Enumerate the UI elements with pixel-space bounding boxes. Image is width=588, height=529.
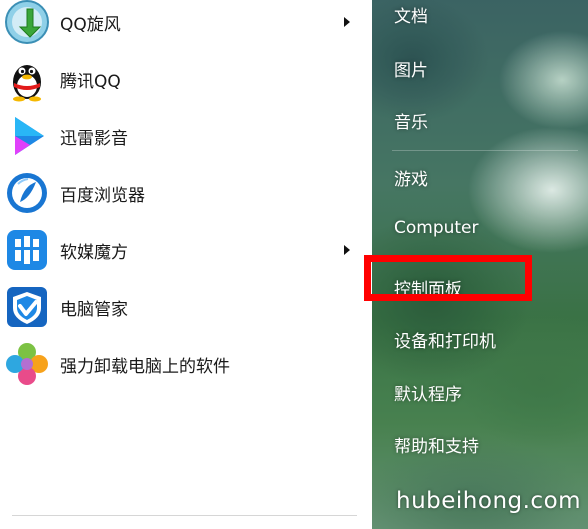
programs-panel: QQ旋风 腾讯QQ 迅雷影音 百度浏览器 软媒魔方 电脑管家 强力卸载电脑上的软… (0, 0, 372, 529)
program-item-ruanmei-mofang[interactable]: 软媒魔方 (0, 224, 368, 276)
uninstaller-icon (6, 343, 48, 385)
program-label: 软媒魔方 (60, 242, 128, 263)
program-item-pc-manager[interactable]: 电脑管家 (0, 281, 368, 333)
program-label: QQ旋风 (60, 14, 121, 35)
qq-penguin-icon (13, 65, 41, 102)
pc-manager-icon (7, 287, 47, 327)
menu-separator (12, 515, 357, 516)
control-panel-highlight (364, 255, 532, 301)
baidu-browser-icon (7, 173, 47, 213)
program-item-baidu-browser[interactable]: 百度浏览器 (0, 167, 368, 219)
program-label: 电脑管家 (60, 299, 128, 320)
program-label: 腾讯QQ (60, 71, 121, 92)
place-item-computer[interactable]: Computer (394, 218, 479, 238)
program-label: 百度浏览器 (60, 185, 145, 206)
program-label: 迅雷影音 (60, 128, 128, 149)
place-item-music[interactable]: 音乐 (394, 108, 428, 133)
program-item-tencent-qq[interactable]: 腾讯QQ (0, 53, 368, 105)
xunlei-player-icon (15, 117, 44, 155)
program-item-xunlei-player[interactable]: 迅雷影音 (0, 110, 368, 162)
place-item-devices-printers[interactable]: 设备和打印机 (394, 327, 496, 352)
qq-xuanfeng-icon (5, 0, 49, 44)
place-item-default-programs[interactable]: 默认程序 (394, 380, 462, 405)
places-separator (392, 150, 578, 151)
place-item-games[interactable]: 游戏 (394, 165, 428, 190)
watermark: hubeihong.com (396, 488, 582, 514)
program-label: 强力卸载电脑上的软件 (60, 356, 230, 377)
program-item-uninstaller[interactable]: 强力卸载电脑上的软件 (0, 338, 368, 390)
ruanmei-mofang-icon (7, 230, 47, 270)
submenu-arrow-icon (344, 245, 350, 255)
submenu-arrow-icon (344, 17, 350, 27)
program-item-qq-xuanfeng[interactable]: QQ旋风 (0, 0, 368, 48)
place-item-documents[interactable]: 文档 (394, 2, 428, 27)
place-item-pictures[interactable]: 图片 (394, 56, 428, 81)
place-item-help-support[interactable]: 帮助和支持 (394, 432, 479, 457)
